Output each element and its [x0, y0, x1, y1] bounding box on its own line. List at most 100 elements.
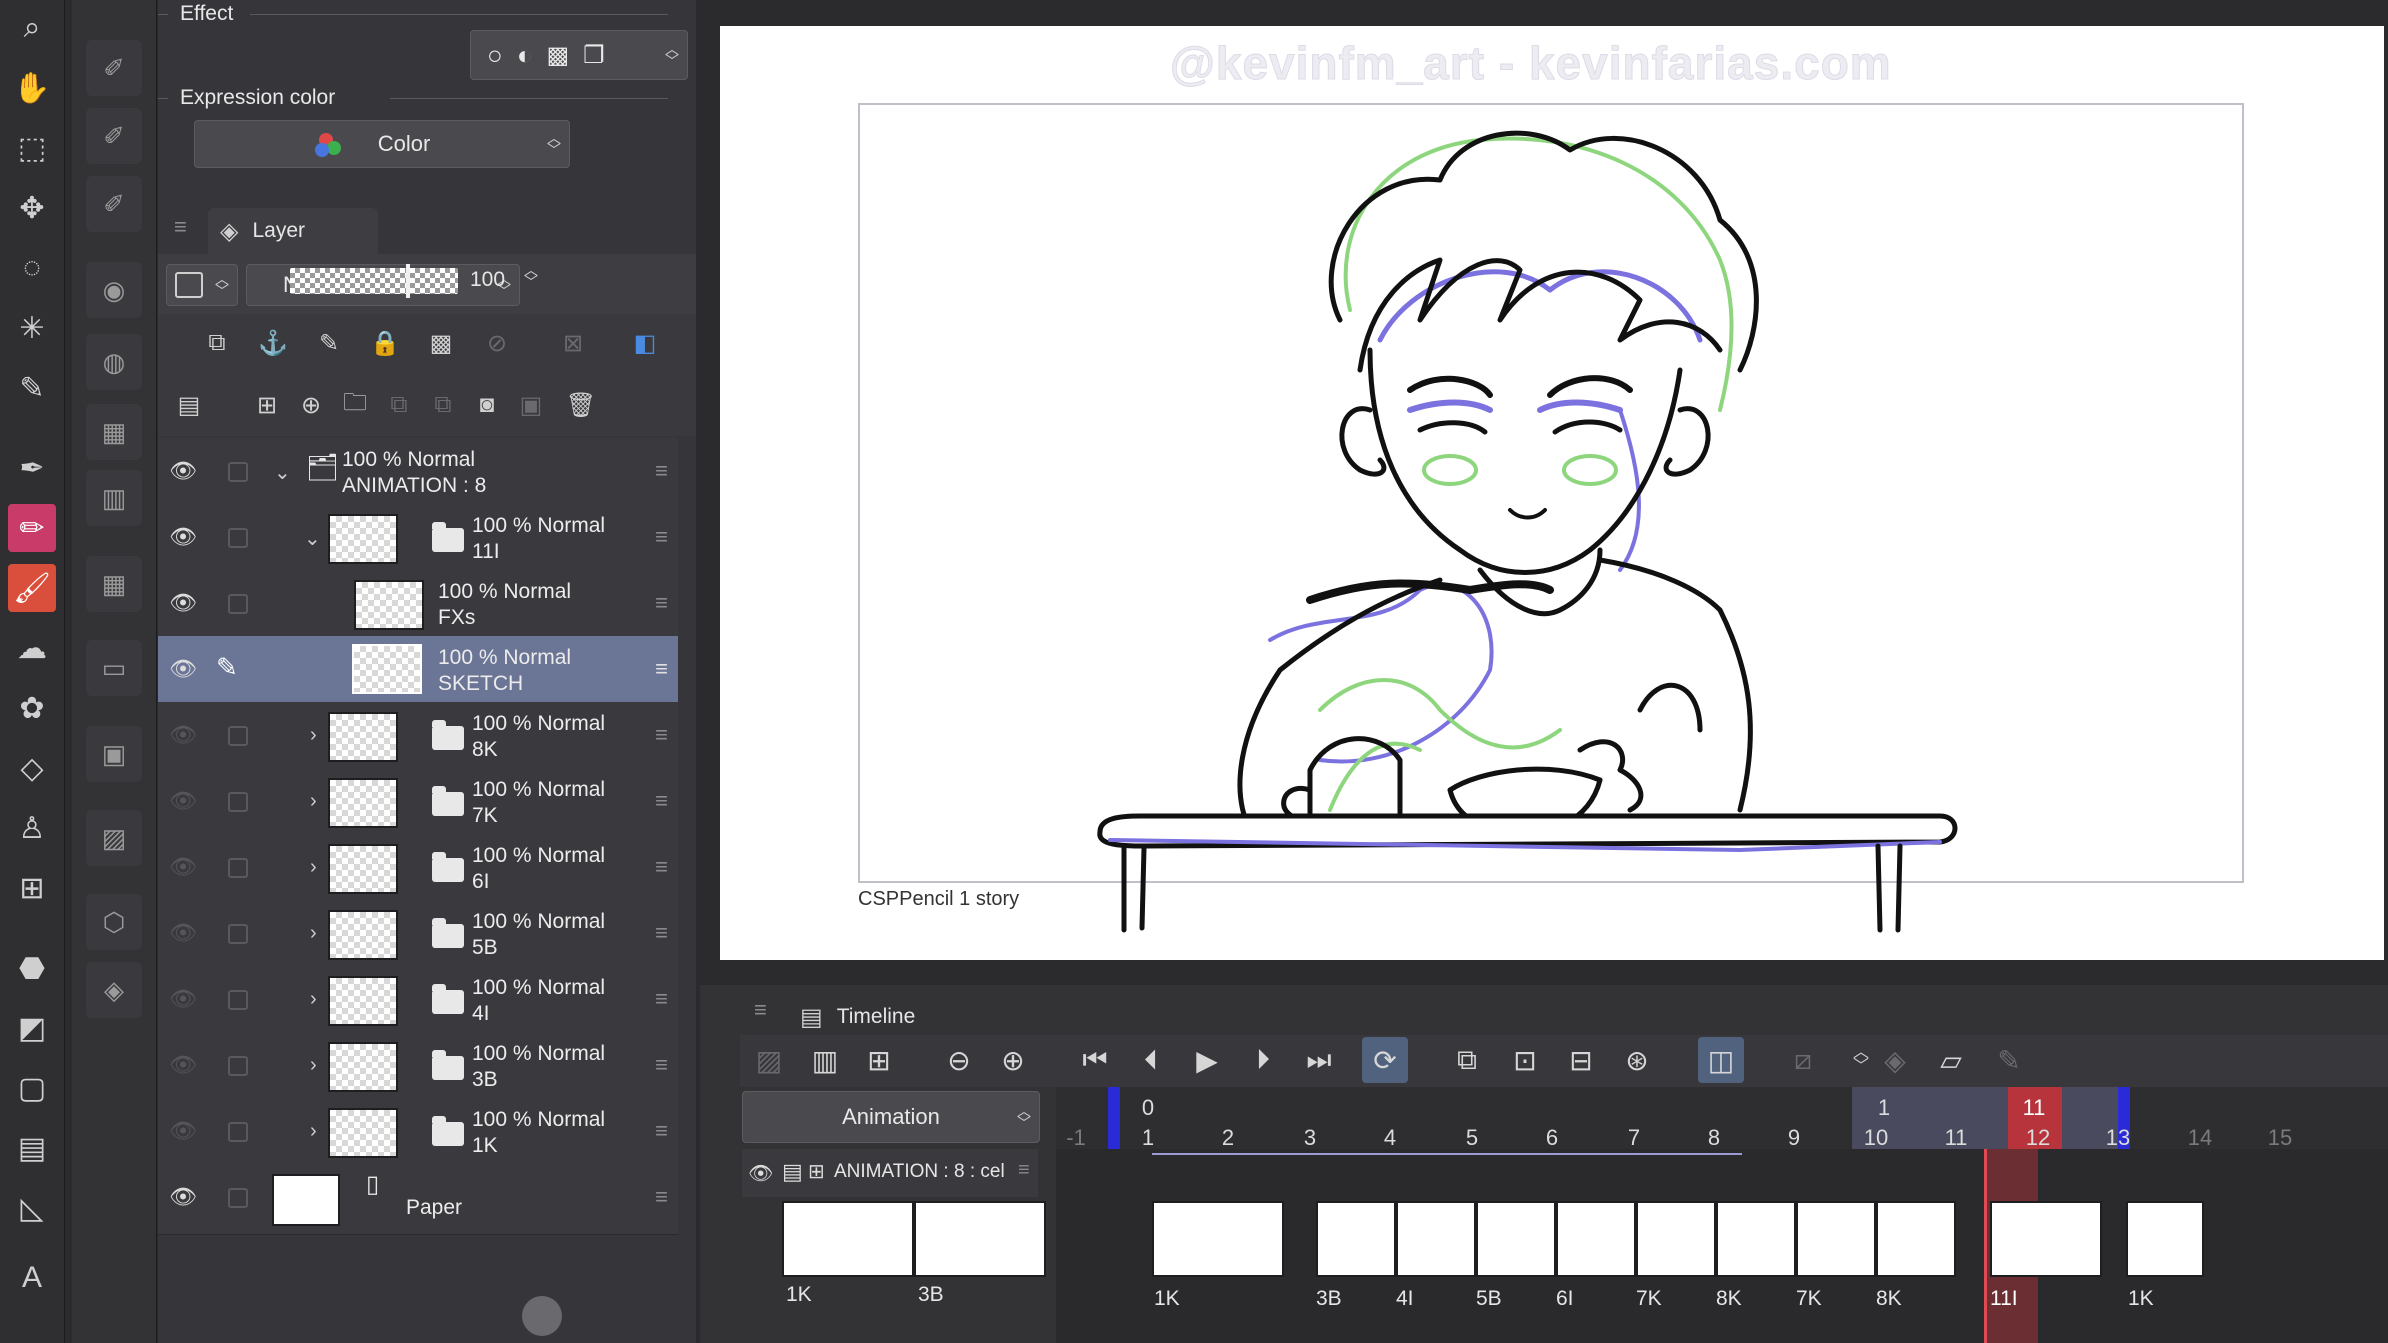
- expand-track-icon[interactable]: ⊞: [808, 1159, 825, 1184]
- decoration-tool-icon[interactable]: ✿: [8, 684, 56, 732]
- expand-arrow-icon[interactable]: ›: [310, 790, 317, 813]
- eye-icon[interactable]: 👁: [748, 1161, 773, 1186]
- clip-icon[interactable]: ⧉: [198, 324, 236, 362]
- eraser-tool-icon[interactable]: ◇: [8, 744, 56, 792]
- layer-checkbox[interactable]: [228, 1056, 248, 1076]
- cel-thumbnail[interactable]: [1716, 1201, 1796, 1277]
- expand-arrow-icon[interactable]: ›: [310, 988, 317, 1011]
- layer-row[interactable]: 👁 ⌄ 100 % Normal 11I ≡: [158, 504, 678, 571]
- layer-menu-icon[interactable]: ≡: [655, 788, 668, 814]
- layer-menu-icon[interactable]: ≡: [655, 656, 668, 682]
- zoom-in-icon[interactable]: ⊕: [990, 1037, 1036, 1083]
- layer-row[interactable]: 👁 › 100 % Normal 3B ≡: [158, 1032, 678, 1099]
- cel-thumbnail[interactable]: [1636, 1201, 1716, 1277]
- fill-tool-icon[interactable]: ⬣: [8, 944, 56, 992]
- spin-arrows-icon[interactable]: ︿ ﹀: [524, 263, 538, 289]
- object-tool-icon[interactable]: ⬚: [8, 124, 56, 172]
- layer-checkbox[interactable]: [228, 924, 248, 944]
- layer-color-swatch[interactable]: ︿ ﹀: [166, 264, 238, 306]
- eye-icon[interactable]: 👁: [168, 522, 198, 552]
- layer-menu-icon[interactable]: ≡: [655, 854, 668, 880]
- layer-menu-icon[interactable]: ≡: [655, 1184, 668, 1210]
- specify-cel-icon[interactable]: ⧉: [1444, 1037, 1490, 1083]
- new-cel-icon[interactable]: ⊡: [1502, 1037, 1548, 1083]
- create-mask-icon[interactable]: ◙: [468, 386, 506, 424]
- reference-icon[interactable]: ⚓: [254, 324, 292, 362]
- keyframe-settings-icon[interactable]: ◈: [1872, 1037, 1918, 1083]
- magic-wand-icon[interactable]: ✳: [8, 304, 56, 352]
- eye-icon[interactable]: 👁: [168, 1182, 198, 1212]
- timeline-new-icon[interactable]: ▨: [746, 1037, 792, 1083]
- layer-checkbox[interactable]: [228, 858, 248, 878]
- layer-row[interactable]: 👁 › 100 % Normal 7K ≡: [158, 768, 678, 835]
- layer-tab[interactable]: ◈ Layer: [208, 208, 378, 254]
- eye-icon[interactable]: 👁: [168, 1116, 198, 1146]
- layer-checkbox[interactable]: [228, 990, 248, 1010]
- subtool-b-icon[interactable]: ✐: [86, 108, 142, 164]
- blend-tool-icon[interactable]: ♙: [8, 804, 56, 852]
- eye-icon[interactable]: 👁: [168, 918, 198, 948]
- expand-arrow-icon[interactable]: ›: [310, 724, 317, 747]
- layer-checkbox[interactable]: [228, 1122, 248, 1142]
- airbrush-tool-icon[interactable]: ☁: [8, 624, 56, 672]
- new-animation-cel-icon[interactable]: ⊞: [856, 1037, 902, 1083]
- lock-icon[interactable]: 🔒: [366, 324, 404, 362]
- cel-thumbnail[interactable]: [1476, 1201, 1556, 1277]
- cel-settings-icon[interactable]: ⊟: [1558, 1037, 1604, 1083]
- opacity-slider[interactable]: [290, 268, 458, 294]
- layer-color-icon[interactable]: ◧: [626, 324, 664, 362]
- eye-icon[interactable]: 👁: [168, 456, 198, 486]
- layer-menu-icon[interactable]: ≡: [655, 1118, 668, 1144]
- layer-row[interactable]: 👁 ⌄ 🗂 100 % Normal ANIMATION : 8 ≡: [158, 438, 678, 505]
- lock-transparency-icon[interactable]: ▩: [422, 324, 460, 362]
- text-tool-icon[interactable]: A: [8, 1254, 56, 1302]
- track-header[interactable]: 👁 ▤ ⊞ ANIMATION : 8 : cel ≡: [742, 1149, 1038, 1197]
- new-raster-layer-icon[interactable]: ⊞: [248, 386, 286, 424]
- eye-icon[interactable]: 👁: [168, 786, 198, 816]
- layer-checkbox[interactable]: [228, 726, 248, 746]
- ruler-tool-icon[interactable]: ◺: [8, 1184, 56, 1232]
- expand-arrow-icon[interactable]: ›: [310, 922, 317, 945]
- subtool-c-icon[interactable]: ✐: [86, 176, 142, 232]
- subtool-g-icon[interactable]: ▥: [86, 470, 142, 526]
- eye-icon[interactable]: 👁: [168, 588, 198, 618]
- layer-menu-icon[interactable]: ≡: [655, 722, 668, 748]
- opacity-slider-handle[interactable]: [406, 264, 410, 298]
- layer-checkbox[interactable]: [228, 792, 248, 812]
- cel-thumbnail[interactable]: [1396, 1201, 1476, 1277]
- cel-thumbnail[interactable]: [1152, 1201, 1284, 1277]
- layer-row[interactable]: 👁 › 100 % Normal 8K ≡: [158, 702, 678, 769]
- pencil-tool-icon[interactable]: ✏: [8, 504, 56, 552]
- panel-menu-icon[interactable]: ≡: [174, 214, 187, 240]
- merge-down-icon[interactable]: ⧉: [424, 386, 462, 424]
- layer-row[interactable]: 👁 100 % Normal FXs ≡: [158, 570, 678, 637]
- expand-arrow-icon[interactable]: ›: [310, 1120, 317, 1143]
- next-frame-icon[interactable]: ⏵: [1240, 1037, 1286, 1083]
- layer-menu-icon[interactable]: ≡: [655, 1052, 668, 1078]
- expand-arrow-icon[interactable]: ›: [310, 856, 317, 879]
- new-folder-icon[interactable]: 🗀: [336, 386, 374, 424]
- pencil-icon[interactable]: ✎: [1986, 1037, 2032, 1083]
- layer-property-icon[interactable]: ▤: [170, 386, 208, 424]
- layer-row-selected[interactable]: 👁 ✎ 100 % Normal SKETCH ≡: [158, 636, 678, 703]
- layer-row[interactable]: 👁 › 100 % Normal 1K ≡: [158, 1098, 678, 1165]
- timeline-tab[interactable]: ▤ Timeline: [788, 997, 958, 1037]
- expand-arrow-icon[interactable]: ›: [310, 1054, 317, 1077]
- first-frame-icon[interactable]: ⏮: [1072, 1037, 1118, 1083]
- zoom-tool-icon[interactable]: ⌕: [8, 4, 56, 52]
- move-tool-icon[interactable]: ✥: [8, 184, 56, 232]
- onion-skin-icon[interactable]: ◫: [1698, 1037, 1744, 1083]
- delete-layer-icon[interactable]: 🗑: [562, 386, 600, 424]
- collapse-arrow-icon[interactable]: ⌄: [304, 526, 321, 551]
- subtool-h-icon[interactable]: ▦: [86, 556, 142, 612]
- cel-thumbnail[interactable]: [914, 1201, 1046, 1277]
- layer-row[interactable]: 👁 › 100 % Normal 4I ≡: [158, 966, 678, 1033]
- gradient-tool-icon[interactable]: ◩: [8, 1004, 56, 1052]
- cel-thumbnail[interactable]: [1796, 1201, 1876, 1277]
- previous-frame-icon[interactable]: ⏴: [1128, 1037, 1174, 1083]
- track-menu-icon[interactable]: ≡: [1018, 1159, 1030, 1182]
- ruler-enable-icon[interactable]: ⊠: [554, 324, 592, 362]
- cel-thumbnail[interactable]: [1990, 1201, 2102, 1277]
- layer-menu-icon[interactable]: ≡: [655, 986, 668, 1012]
- layer-row[interactable]: 👁 › 100 % Normal 6I ≡: [158, 834, 678, 901]
